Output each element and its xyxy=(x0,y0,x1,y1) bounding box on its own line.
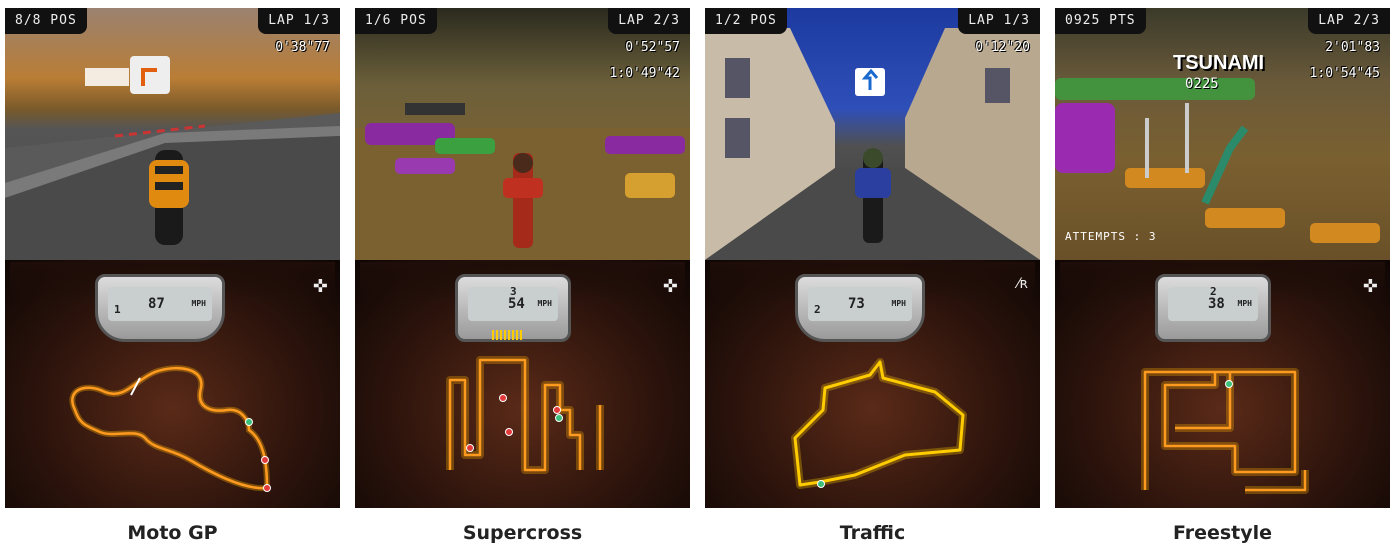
position-indicator: 1/6 POS xyxy=(355,8,437,34)
caption-freestyle: Freestyle xyxy=(1172,522,1273,544)
track-map xyxy=(69,365,271,492)
trick-score: 0225 xyxy=(1185,76,1219,92)
caption-supercross: Supercross xyxy=(462,522,583,544)
total-time: 1:0'49"42 xyxy=(609,66,680,81)
panel-supercross: 1/6 POS LAP 2/3 0'52"57 1:0'49"42 3 54 M… xyxy=(355,8,690,508)
attempts-counter: ATTEMPTS : 3 xyxy=(1065,230,1157,243)
points-indicator: 0925 PTS xyxy=(1055,8,1146,34)
map-view: 1 87 MPH ✜ xyxy=(5,260,340,508)
trick-name: TSUNAMI xyxy=(1173,52,1265,74)
map-view: 2 38 MPH ✜ xyxy=(1055,260,1390,508)
race-view: 8/8 POS LAP 1/3 0'38"77 xyxy=(5,8,340,260)
total-time: 1:0'54"45 xyxy=(1309,66,1380,81)
panel-traffic: 1/2 POS LAP 1/3 0'12"20 2 73 MPH ⁄ʀ xyxy=(705,8,1040,508)
lap-time: 0'52"57 xyxy=(625,40,680,55)
map-view: 2 73 MPH ⁄ʀ xyxy=(705,260,1040,508)
lap-time: 0'12"20 xyxy=(975,40,1030,55)
race-view: 1/6 POS LAP 2/3 0'52"57 1:0'49"42 xyxy=(355,8,690,260)
track-map xyxy=(1141,368,1309,494)
map-view: 3 54 MPH ✜ xyxy=(355,260,690,508)
position-indicator: 8/8 POS xyxy=(5,8,87,34)
caption-traffic: Traffic xyxy=(839,522,906,544)
lap-indicator: LAP 1/3 xyxy=(958,8,1040,34)
panel-motogp: 8/8 POS LAP 1/3 0'38"77 1 87 MPH ✜ xyxy=(5,8,340,508)
lap-time: 2'01"83 xyxy=(1325,40,1380,55)
lap-indicator: LAP 2/3 xyxy=(608,8,690,34)
race-view: 1/2 POS LAP 1/3 0'12"20 xyxy=(705,8,1040,260)
lap-time: 0'38"77 xyxy=(275,40,330,55)
race-view: 0925 PTS LAP 2/3 2'01"83 1:0'54"45 TSUNA… xyxy=(1055,8,1390,260)
track-map xyxy=(446,356,604,474)
track-map xyxy=(791,358,967,489)
lap-indicator: LAP 1/3 xyxy=(258,8,340,34)
panel-freestyle: 0925 PTS LAP 2/3 2'01"83 1:0'54"45 TSUNA… xyxy=(1055,8,1390,508)
caption-motogp: Moto GP xyxy=(127,522,218,544)
lap-indicator: LAP 2/3 xyxy=(1308,8,1390,34)
position-indicator: 1/2 POS xyxy=(705,8,787,34)
